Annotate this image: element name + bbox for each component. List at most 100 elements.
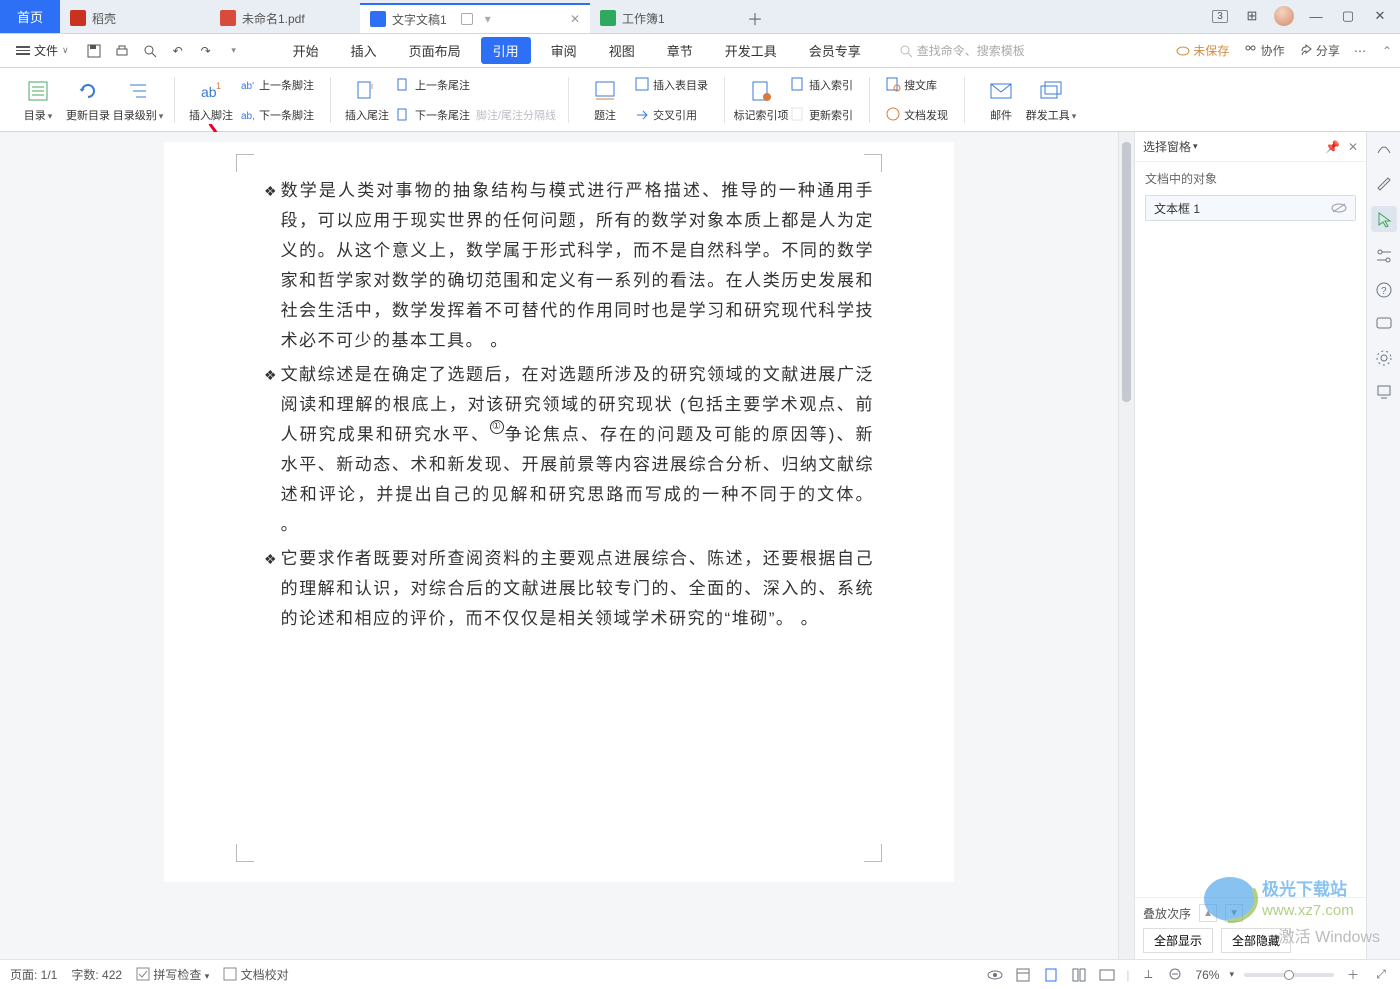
menu-vip[interactable]: 会员专享 [797, 37, 873, 64]
menu-layout[interactable]: 页面布局 [397, 37, 473, 64]
zoom-value[interactable]: 76% [1195, 968, 1219, 982]
move-down-button[interactable]: ▼ [1225, 904, 1243, 922]
word-count[interactable]: 字数: 422 [71, 966, 122, 983]
command-search[interactable]: 查找命令、搜索模板 [899, 42, 1025, 59]
rail-pen-icon[interactable] [1374, 172, 1394, 192]
tab-doc-active[interactable]: 文字文稿1 ▾ ✕ [360, 3, 590, 33]
close-panel-icon[interactable]: ✕ [1348, 140, 1358, 154]
move-up-button[interactable]: ▲ [1199, 904, 1217, 922]
fullscreen-icon[interactable]: ⤢ [1372, 966, 1390, 984]
rail-gear-icon[interactable] [1374, 348, 1394, 368]
toc-level-button[interactable]: 目录级别 [114, 72, 162, 127]
prev-tailnote-button[interactable]: 上一条尾注 [393, 73, 474, 97]
thumb-icon[interactable]: ▾ [485, 12, 491, 26]
insert-index-button[interactable]: 插入索引 [787, 73, 857, 97]
crossref-button[interactable]: 交叉引用 [631, 103, 712, 127]
tab-sheet[interactable]: 工作簿1 [590, 3, 740, 33]
paragraph-text[interactable]: 数学是人类对事物的抽象结构与模式进行严格描述、推导的一种通用手段，可以应用于现实… [281, 176, 874, 356]
prev-footnote-button[interactable]: ab'上一条脚注 [237, 73, 318, 97]
rail-settings-icon[interactable] [1374, 246, 1394, 266]
zoom-in-icon[interactable]: ＋ [1344, 966, 1362, 984]
outline-mode-icon[interactable] [1070, 966, 1088, 984]
qat-save[interactable] [83, 40, 105, 62]
share-button[interactable]: 分享 [1299, 42, 1340, 59]
mass-tools-button[interactable]: 群发工具 [1027, 72, 1075, 127]
update-toc-button[interactable]: 更新目录 [64, 72, 112, 127]
rail-chat-icon[interactable] [1374, 314, 1394, 334]
tab-pdf[interactable]: 未命名1.pdf [210, 3, 360, 33]
spellcheck-toggle[interactable]: 拼写检查 ▾ [136, 966, 209, 983]
qat-print[interactable] [111, 40, 133, 62]
close-window-button[interactable]: ✕ [1366, 2, 1394, 30]
more-icon[interactable]: ⋯ [1354, 44, 1368, 58]
page-indicator[interactable]: 页面: 1/1 [10, 966, 57, 983]
qat-undo[interactable]: ↶ [167, 40, 189, 62]
page-mode-icon[interactable] [1042, 966, 1060, 984]
coop-button[interactable]: 协作 [1243, 42, 1284, 59]
panel-subtitle: 文档中的对象 [1135, 162, 1366, 195]
menu-insert[interactable]: 插入 [339, 37, 389, 64]
minimize-button[interactable]: — [1302, 2, 1330, 30]
mark-index-button[interactable]: 标记索引项 [737, 72, 785, 127]
window-split-icon[interactable] [461, 13, 473, 25]
menu-view[interactable]: 视图 [597, 37, 647, 64]
zoom-out-icon[interactable] [1167, 966, 1185, 984]
menu-references[interactable]: 引用 [481, 37, 531, 64]
tab-label: 工作簿1 [622, 10, 665, 27]
object-list-item[interactable]: 文本框 1 [1145, 195, 1356, 221]
qat-redo[interactable]: ↷ [195, 40, 217, 62]
vertical-scrollbar[interactable] [1118, 132, 1134, 959]
proofread-toggle[interactable]: 文档校对 [223, 966, 288, 983]
scroll-thumb[interactable] [1122, 142, 1131, 402]
insert-footnote-button[interactable]: ab1 插入脚注 [187, 72, 235, 127]
unsaved-indicator[interactable]: 未保存 [1176, 42, 1229, 59]
next-tailnote-button[interactable]: 下一条尾注 [393, 103, 474, 127]
paragraph-text[interactable]: 它要求作者既要对所查阅资料的主要观点进展综合、陈述，还要根据自己的理解和认识，对… [281, 544, 874, 634]
paragraph-text[interactable]: 文献综述是在确定了选题后，在对选题所涉及的研究领域的文献进展广泛阅读和理解的根底… [281, 360, 874, 540]
insert-tailnote-button[interactable]: i 插入尾注 [343, 72, 391, 127]
zoom-thumb[interactable] [1284, 970, 1294, 980]
close-icon[interactable]: ✕ [570, 12, 580, 26]
rail-select-icon[interactable] [1371, 206, 1397, 232]
tab-daoke[interactable]: 稻壳 [60, 3, 210, 33]
hide-all-button[interactable]: 全部隐藏 [1221, 928, 1291, 953]
collapse-ribbon-icon[interactable]: ⌃ [1382, 44, 1392, 58]
mail-icon [989, 79, 1013, 103]
mail-button[interactable]: 邮件 [977, 72, 1025, 127]
qat-dropdown[interactable]: ▾ [223, 40, 245, 62]
maximize-button[interactable]: ▢ [1334, 2, 1362, 30]
rail-device-icon[interactable] [1374, 382, 1394, 402]
doc-discover-button[interactable]: 文档发现 [882, 103, 952, 127]
search-library-button[interactable]: 搜文库 [882, 73, 952, 97]
footnote-ref[interactable]: ① [490, 420, 504, 434]
zoom-slider[interactable] [1244, 973, 1334, 977]
next-footnote-button[interactable]: ab,下一条脚注 [237, 103, 318, 127]
avatar[interactable] [1270, 2, 1298, 30]
pin-icon[interactable]: 📌 [1325, 140, 1340, 154]
menu-start[interactable]: 开始 [281, 37, 331, 64]
read-mode-icon[interactable] [1014, 966, 1032, 984]
menu-review[interactable]: 审阅 [539, 37, 589, 64]
apps-icon[interactable]: ⊞ [1238, 2, 1266, 30]
rail-help-icon[interactable]: ? [1374, 280, 1394, 300]
web-mode-icon[interactable] [1098, 966, 1116, 984]
document-canvas[interactable]: ❖ 数学是人类对事物的抽象结构与模式进行严格描述、推导的一种通用手段，可以应用于… [0, 132, 1118, 959]
tab-home[interactable]: 首页 [0, 0, 60, 33]
notify-badge[interactable]: 3 [1206, 2, 1234, 30]
eye-mode-icon[interactable] [986, 966, 1004, 984]
file-menu[interactable]: 文件 ∨ [8, 40, 77, 61]
bullet-icon: ❖ [264, 360, 277, 540]
qat-preview[interactable] [139, 40, 161, 62]
fit-width-icon[interactable]: ⟂ [1139, 966, 1157, 984]
toc-button[interactable]: 目录 [14, 72, 62, 127]
rail-style-icon[interactable] [1374, 138, 1394, 158]
menu-dev[interactable]: 开发工具 [713, 37, 789, 64]
show-all-button[interactable]: 全部显示 [1143, 928, 1213, 953]
caption-button[interactable]: 题注 [581, 72, 629, 127]
insert-table-toc-button[interactable]: 插入表目录 [631, 73, 712, 97]
word-icon [370, 11, 386, 27]
menu-chapter[interactable]: 章节 [655, 37, 705, 64]
new-tab-button[interactable]: ＋ [740, 3, 770, 33]
visibility-toggle-icon[interactable] [1331, 202, 1347, 214]
proof-icon [223, 967, 237, 981]
